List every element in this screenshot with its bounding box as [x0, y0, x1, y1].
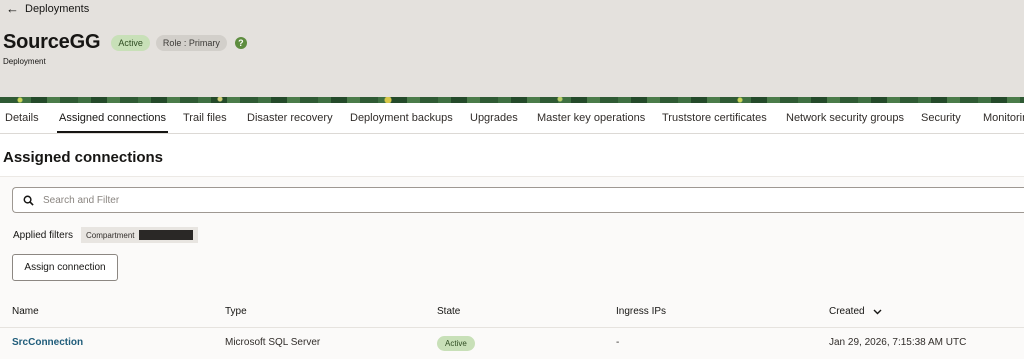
page-header: ← Deployments SourceGG Active Role : Pri…: [0, 0, 1024, 97]
tab-master-key-operations[interactable]: Master key operations: [537, 103, 645, 133]
redacted-value: [138, 230, 193, 240]
tab-upgrades[interactable]: Upgrades: [470, 103, 518, 133]
applied-filters-label: Applied filters: [13, 229, 74, 241]
column-header-created[interactable]: Created: [829, 306, 882, 317]
tab-bar: Details Assigned connections Trail files…: [0, 103, 1024, 134]
arrow-left-icon: ←: [6, 1, 19, 16]
role-badge: Role : Primary: [155, 34, 227, 51]
table-divider: [0, 327, 1024, 328]
tab-assigned-connections[interactable]: Assigned connections: [56, 103, 169, 133]
back-link-label: Deployments: [25, 2, 90, 15]
chevron-down-icon: [873, 309, 882, 314]
tab-trail-files[interactable]: Trail files: [183, 103, 227, 133]
tab-security[interactable]: Security: [921, 103, 961, 133]
filter-chip-label: Compartment: [86, 230, 135, 240]
tab-disaster-recovery[interactable]: Disaster recovery: [247, 103, 333, 133]
help-icon[interactable]: ?: [234, 36, 247, 49]
search-icon: [21, 193, 35, 207]
search-box: [12, 187, 1024, 213]
tab-monitoring[interactable]: Monitoring: [983, 103, 1024, 133]
column-header-ingress-ips[interactable]: Ingress IPs: [616, 306, 666, 317]
page-subtitle: Deployment: [3, 57, 46, 66]
column-header-state[interactable]: State: [437, 306, 460, 317]
column-header-type[interactable]: Type: [225, 306, 247, 317]
search-input[interactable]: [41, 193, 945, 207]
created-timestamp: Jan 29, 2026, 7:15:38 AM UTC: [829, 337, 967, 348]
tab-truststore-certificates[interactable]: Truststore certificates: [662, 103, 767, 133]
assign-connection-button[interactable]: Assign connection: [12, 254, 118, 281]
filter-chip-compartment[interactable]: Compartment: [81, 227, 198, 243]
tab-network-security-groups[interactable]: Network security groups: [786, 103, 904, 133]
ingress-ips-value: -: [616, 337, 620, 348]
connection-type: Microsoft SQL Server: [225, 337, 321, 348]
tab-details[interactable]: Details: [5, 103, 39, 133]
section-title: Assigned connections: [3, 149, 164, 166]
back-link[interactable]: ← Deployments: [6, 2, 89, 15]
page-title: SourceGG: [3, 31, 101, 53]
title-row: SourceGG Active Role : Primary ?: [3, 31, 247, 54]
tab-deployment-backups[interactable]: Deployment backups: [350, 103, 453, 133]
status-badge: Active: [111, 34, 150, 51]
column-header-name[interactable]: Name: [12, 306, 39, 317]
connection-name-link[interactable]: SrcConnection: [12, 337, 83, 348]
applied-filters: Applied filters Compartment: [13, 227, 198, 243]
state-badge: Active: [437, 336, 475, 351]
column-header-created-label: Created: [829, 306, 865, 317]
